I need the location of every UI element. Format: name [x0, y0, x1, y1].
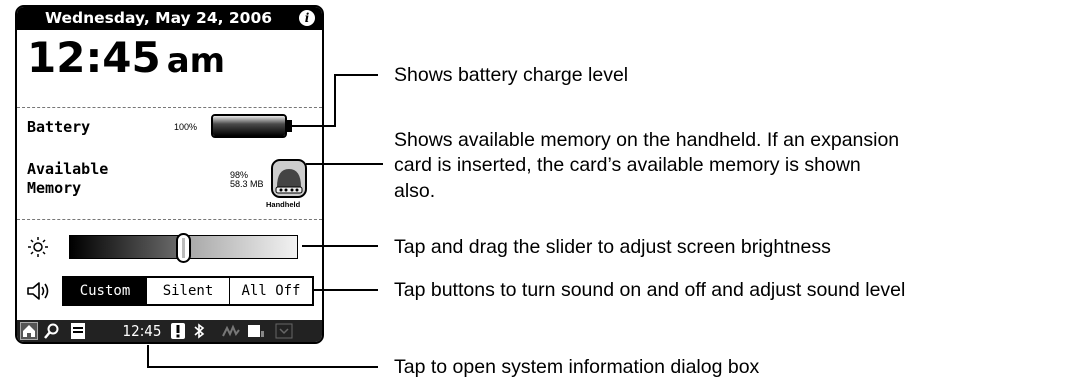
memory-size: 58.3 MB: [230, 179, 264, 189]
battery-label: Battery: [27, 118, 91, 136]
find-icon[interactable]: [43, 322, 61, 340]
status-bar: 12:45: [17, 320, 322, 342]
battery-fill: [213, 116, 285, 136]
callout-memory-line3: also.: [394, 180, 436, 202]
home-icon[interactable]: [20, 322, 38, 340]
speaker-icon: [27, 282, 49, 300]
taskbar-clock[interactable]: 12:45: [118, 320, 166, 342]
memory-label-line1: Available: [27, 160, 109, 178]
hide-input-icon[interactable]: [275, 322, 293, 340]
sound-mode-group: Custom Silent All Off: [62, 276, 314, 306]
callout-memory-line2: card is inserted, the card’s available m…: [394, 154, 861, 176]
callout-line: [334, 74, 378, 76]
handheld-icon[interactable]: [271, 159, 307, 199]
callout-system-info: Tap to open system information dialog bo…: [394, 356, 760, 378]
sound-all-off-button[interactable]: All Off: [229, 278, 312, 304]
callout-sound: Tap buttons to turn sound on and off and…: [394, 279, 906, 301]
graffiti-icon[interactable]: [222, 322, 240, 340]
callout-line: [334, 74, 336, 127]
divider: [17, 219, 322, 220]
callout-line: [147, 345, 149, 368]
handheld-label: Handheld: [266, 200, 301, 209]
alert-icon[interactable]: [169, 322, 187, 340]
brightness-slider[interactable]: [69, 233, 298, 263]
callout-line: [302, 245, 378, 247]
menu-icon[interactable]: [69, 322, 87, 340]
callout-battery: Shows battery charge level: [394, 64, 629, 86]
sound-silent-button[interactable]: Silent: [146, 278, 229, 304]
sound-custom-button[interactable]: Custom: [64, 278, 146, 304]
battery-percent: 100%: [174, 122, 198, 132]
brightness-slider-thumb[interactable]: [176, 233, 191, 263]
callout-memory-line1: Shows available memory on the handheld. …: [394, 129, 900, 151]
date-title-bar: Wednesday, May 24, 2006 i: [17, 7, 322, 30]
callout-line: [313, 289, 378, 291]
status-screen: Wednesday, May 24, 2006 i 12:45 am Batter…: [15, 5, 324, 344]
callout-line: [147, 366, 378, 368]
callout-line: [290, 125, 336, 127]
callout-brightness: Tap and drag the slider to adjust screen…: [394, 236, 831, 258]
info-icon[interactable]: i: [299, 10, 315, 26]
bluetooth-icon[interactable]: [190, 322, 208, 340]
date-text: Wednesday, May 24, 2006: [44, 9, 273, 27]
divider: [17, 107, 322, 108]
sun-icon: [28, 237, 48, 257]
time-value: 12:45: [27, 33, 161, 82]
input-area-icon[interactable]: [247, 322, 265, 340]
current-time: 12:45 am: [27, 37, 225, 79]
callout-line: [306, 163, 383, 165]
memory-label-line2: Memory: [27, 179, 82, 197]
time-ampm: am: [166, 41, 226, 81]
battery-gauge: [211, 114, 287, 138]
